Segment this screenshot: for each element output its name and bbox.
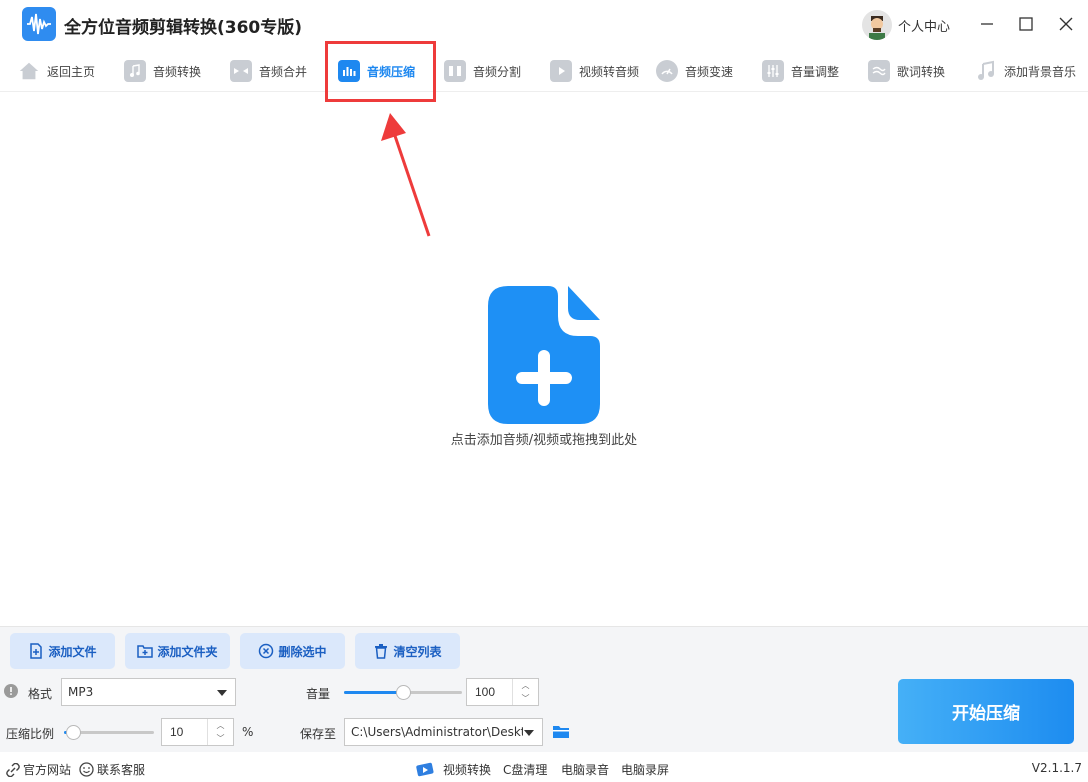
- app-title: 全方位音频剪辑转换(360专版): [64, 18, 303, 38]
- add-file-label: 添加文件: [48, 644, 97, 659]
- volume-slider[interactable]: [344, 684, 462, 700]
- tool-add-background-music[interactable]: 添加背景音乐: [975, 58, 1076, 84]
- drop-hint-text: 点击添加音频/视频或拖拽到此处: [450, 433, 638, 448]
- user-avatar[interactable]: [862, 10, 892, 40]
- volume-label: 音量: [306, 687, 331, 701]
- volume-value: 100: [475, 685, 496, 699]
- tool-audio-speed[interactable]: 音频变速: [656, 58, 733, 84]
- tool-label: 音量调整: [791, 64, 840, 79]
- smiley-icon: [79, 762, 94, 777]
- volume-sliders-icon: [762, 60, 784, 82]
- video-to-audio-icon: [550, 60, 572, 82]
- add-folder-button[interactable]: 添加文件夹: [125, 633, 230, 669]
- tool-volume-adjust[interactable]: 音量调整: [762, 58, 839, 84]
- maximize-icon: [1019, 17, 1033, 31]
- tool-label: 返回主页: [47, 64, 96, 79]
- tool-audio-merge[interactable]: 音频合并: [230, 58, 307, 84]
- contact-support-label: 联系客服: [97, 763, 146, 777]
- status-bar: 官方网站 联系客服 视频转换 C盘清理 电脑录音 电脑录屏 V2.1.1.7: [0, 752, 1088, 782]
- contact-support-link[interactable]: 联系客服: [79, 761, 145, 778]
- tool-label: 视频转音频: [579, 64, 640, 79]
- speed-gauge-icon: [656, 60, 678, 82]
- folder-icon[interactable]: [552, 724, 570, 740]
- minimize-button[interactable]: [975, 12, 999, 36]
- pc-record-audio-link[interactable]: 电脑录音: [561, 761, 609, 778]
- trash-icon: [375, 644, 388, 659]
- close-button[interactable]: [1054, 12, 1078, 36]
- ratio-label: 压缩比例: [6, 727, 55, 741]
- app-logo: [22, 7, 56, 41]
- close-icon: [1059, 17, 1073, 31]
- tool-audio-convert[interactable]: 音频转换: [124, 58, 201, 84]
- lyrics-icon: [868, 60, 890, 82]
- save-path-value: C:\Users\Administrator\Deskt: [351, 725, 523, 739]
- dropdown-caret-icon: [524, 730, 534, 736]
- increment-icon[interactable]: ︿: [513, 679, 538, 692]
- tool-label: 音频合并: [259, 64, 308, 79]
- user-center-link[interactable]: 个人中心: [898, 16, 950, 35]
- save-path-select[interactable]: C:\Users\Administrator\Deskt: [344, 718, 543, 746]
- add-file-button[interactable]: 添加文件: [10, 633, 115, 669]
- tool-lyrics-convert[interactable]: 歌词转换: [868, 58, 945, 84]
- tool-label: 音频分割: [473, 64, 522, 79]
- dropdown-caret-icon: [217, 690, 227, 696]
- c-drive-clean-link[interactable]: C盘清理: [503, 761, 547, 778]
- ratio-slider[interactable]: [64, 724, 154, 740]
- settings-panel: 添加文件 添加文件夹 删除选中 清空列表 格式 MP3 音量 100 ︿ ﹀ 压缩…: [0, 626, 1088, 752]
- ratio-slider-thumb[interactable]: [66, 725, 81, 740]
- delete-circle-icon: [259, 643, 274, 659]
- clear-list-label: 清空列表: [393, 644, 442, 659]
- merge-icon: [230, 60, 252, 82]
- clear-list-button[interactable]: 清空列表: [355, 633, 460, 669]
- increment-icon[interactable]: ︿: [208, 719, 233, 732]
- ratio-spinbox[interactable]: 10 ︿ ﹀: [161, 718, 234, 746]
- version-label: V2.1.1.7: [1031, 761, 1082, 775]
- format-value: MP3: [68, 685, 94, 699]
- ratio-unit: %: [242, 725, 254, 739]
- background-music-icon: [975, 60, 997, 82]
- tool-label: 音频转换: [153, 64, 202, 79]
- delete-selected-label: 删除选中: [278, 644, 327, 659]
- delete-selected-button[interactable]: 删除选中: [240, 633, 345, 669]
- maximize-button[interactable]: [1014, 12, 1038, 36]
- pc-record-audio-label: 电脑录音: [561, 763, 610, 777]
- link-icon: [6, 762, 20, 777]
- format-label: 格式: [28, 687, 53, 701]
- video-convert-icon: [416, 762, 434, 776]
- tool-label: 音频变速: [685, 64, 734, 79]
- add-file-icon[interactable]: [488, 286, 600, 424]
- volume-spinbox[interactable]: 100 ︿ ﹀: [466, 678, 539, 706]
- tool-label: 添加背景音乐: [1004, 64, 1077, 79]
- file-plus-icon: [30, 643, 43, 659]
- title-bar: 全方位音频剪辑转换(360专版) 个人中心: [0, 0, 1088, 48]
- official-site-label: 官方网站: [23, 763, 72, 777]
- video-convert-label: 视频转换: [443, 763, 492, 777]
- music-note-icon: [124, 60, 146, 82]
- ratio-value: 10: [170, 725, 184, 739]
- function-toolbar: 返回主页 音频转换 音频合并 音频压缩 音频分割 视频转音频 音频变速 音量调整…: [0, 48, 1088, 92]
- pc-record-screen-link[interactable]: 电脑录屏: [621, 761, 669, 778]
- file-drop-zone[interactable]: 点击添加音频/视频或拖拽到此处: [0, 92, 1088, 626]
- decrement-icon[interactable]: ﹀: [513, 692, 538, 705]
- tool-label: 歌词转换: [897, 64, 946, 79]
- info-icon[interactable]: [4, 684, 18, 698]
- video-convert-link[interactable]: 视频转换: [416, 761, 491, 778]
- start-compress-button[interactable]: 开始压缩: [898, 679, 1074, 744]
- home-icon: [18, 60, 40, 82]
- minimize-icon: [981, 23, 993, 25]
- decrement-icon[interactable]: ﹀: [208, 732, 233, 745]
- tool-home[interactable]: 返回主页: [18, 58, 95, 84]
- volume-slider-thumb[interactable]: [396, 685, 411, 700]
- pc-record-screen-label: 电脑录屏: [621, 763, 670, 777]
- folder-plus-icon: [137, 645, 154, 658]
- c-drive-clean-label: C盘清理: [503, 763, 548, 777]
- add-folder-label: 添加文件夹: [157, 644, 218, 659]
- split-icon: [444, 60, 466, 82]
- tool-video-to-audio[interactable]: 视频转音频: [550, 58, 639, 84]
- official-site-link[interactable]: 官方网站: [6, 761, 71, 778]
- format-select[interactable]: MP3: [61, 678, 236, 706]
- save-to-label: 保存至: [300, 727, 337, 741]
- tool-audio-split[interactable]: 音频分割: [444, 58, 521, 84]
